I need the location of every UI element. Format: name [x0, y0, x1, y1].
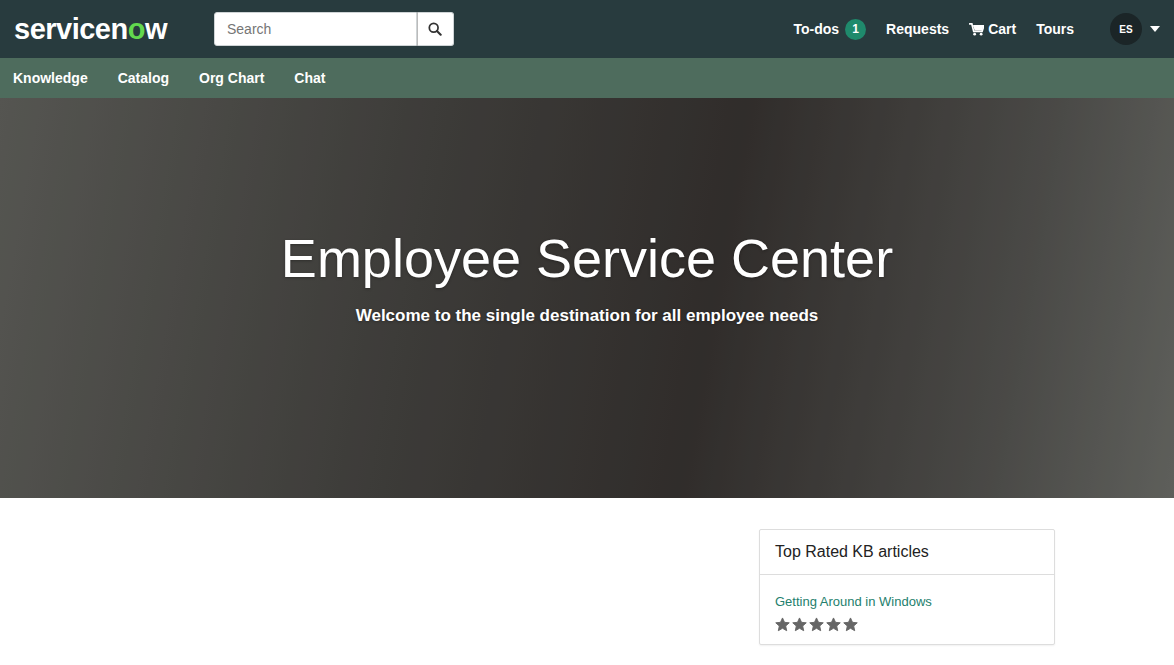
- kb-article-link[interactable]: Getting Around in Windows: [775, 592, 932, 612]
- requests-link[interactable]: Requests: [886, 19, 949, 40]
- todos-link[interactable]: To-dos 1: [793, 19, 866, 40]
- star-icon: [826, 617, 841, 632]
- kb-card-body: Getting Around in Windows: [760, 575, 1054, 644]
- top-bar: servicenow To-dos 1 Requests Cart Tours ES: [0, 0, 1174, 58]
- kb-card: Top Rated KB articles Getting Around in W…: [759, 529, 1055, 645]
- hero-banner: Employee Service Center Welcome to the si…: [0, 98, 1174, 498]
- caret-down-icon: [1150, 26, 1160, 32]
- logo-part: o: [128, 15, 145, 44]
- side-column: Top Rated KB articles Getting Around in W…: [747, 498, 1067, 645]
- logo-part: w: [145, 15, 167, 44]
- header-links: To-dos 1 Requests Cart Tours ES: [793, 13, 1160, 45]
- star-icon: [775, 617, 790, 632]
- todos-label: To-dos: [793, 19, 839, 40]
- magnifier-icon: [428, 22, 442, 36]
- main-column: [107, 498, 747, 645]
- servicenow-logo[interactable]: servicenow: [14, 15, 214, 44]
- hero-subtitle: Welcome to the single destination for al…: [356, 303, 819, 329]
- search-button[interactable]: [417, 12, 454, 46]
- content-row: Top Rated KB articles Getting Around in W…: [107, 498, 1067, 645]
- user-menu[interactable]: ES: [1110, 13, 1160, 45]
- cart-link[interactable]: Cart: [969, 19, 1016, 40]
- menu-link[interactable]: Knowledge: [13, 68, 88, 89]
- star-rating: [775, 617, 1039, 632]
- cart-icon: [969, 23, 984, 36]
- menu-link[interactable]: Chat: [294, 68, 325, 89]
- menu-link[interactable]: Catalog: [118, 68, 169, 89]
- menu-bar: Knowledge Catalog Org Chart Chat: [0, 58, 1174, 98]
- kb-article: Getting Around in Windows: [775, 589, 1039, 632]
- menu-link[interactable]: Org Chart: [199, 68, 264, 89]
- logo-part: servicen: [14, 15, 128, 44]
- star-icon: [843, 617, 858, 632]
- kb-card-title: Top Rated KB articles: [760, 530, 1054, 575]
- search-input[interactable]: [214, 12, 417, 46]
- hero-overlay: Employee Service Center Welcome to the si…: [0, 98, 1174, 498]
- content: Top Rated KB articles Getting Around in W…: [107, 498, 1067, 645]
- cart-label: Cart: [988, 19, 1016, 40]
- todos-badge: 1: [845, 19, 866, 40]
- tours-link[interactable]: Tours: [1036, 19, 1074, 40]
- user-avatar[interactable]: ES: [1110, 13, 1142, 45]
- hero-title: Employee Service Center: [281, 227, 893, 289]
- search-box: [214, 12, 454, 46]
- star-icon: [809, 617, 824, 632]
- star-icon: [792, 617, 807, 632]
